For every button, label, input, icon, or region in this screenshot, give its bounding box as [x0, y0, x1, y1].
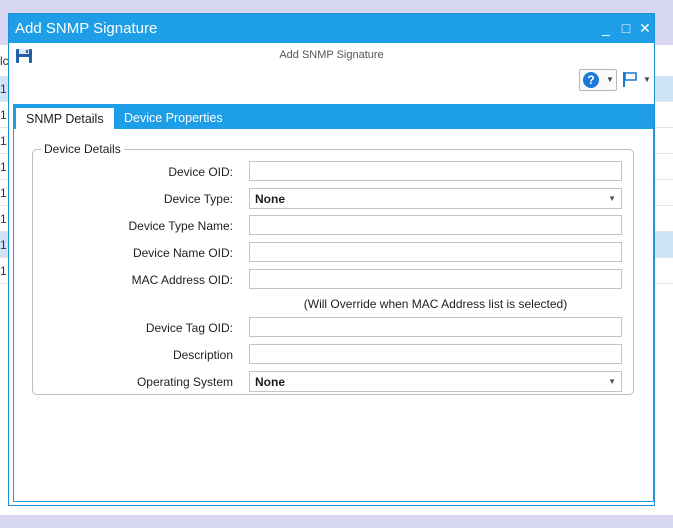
mac-address-oid-label: MAC Address OID:: [131, 273, 233, 287]
minimize-button[interactable]: _: [598, 19, 614, 37]
tab-device-properties[interactable]: Device Properties: [114, 107, 233, 129]
device-type-name-input[interactable]: [249, 215, 622, 235]
tab-snmp-details[interactable]: SNMP Details: [15, 107, 115, 129]
chevron-down-icon: ▼: [608, 377, 616, 386]
device-oid-input[interactable]: [249, 161, 622, 181]
device-oid-label: Device OID:: [168, 165, 233, 179]
help-button[interactable]: ? ▼: [579, 69, 617, 91]
device-name-oid-label: Device Name OID:: [132, 246, 233, 260]
device-type-value: None: [255, 192, 285, 206]
device-name-oid-input[interactable]: [249, 242, 622, 262]
add-snmp-signature-dialog: Add SNMP Signature _ □ ✕ Add SNMP Signat…: [8, 13, 655, 506]
tab-content-snmp-details: Device Details Device OID: Device Type: …: [13, 129, 654, 502]
device-type-name-label: Device Type Name:: [128, 219, 234, 233]
chevron-down-icon: ▼: [606, 75, 614, 84]
description-input[interactable]: [249, 344, 622, 364]
device-type-label: Device Type:: [163, 192, 233, 206]
title-bar[interactable]: Add SNMP Signature _ □ ✕: [9, 14, 654, 43]
chevron-down-icon: ▼: [643, 75, 651, 84]
tab-strip: SNMP Details Device Properties: [13, 104, 654, 129]
device-tag-oid-label: Device Tag OID:: [145, 321, 233, 335]
description-label: Description: [172, 348, 233, 362]
operating-system-select[interactable]: None ▼: [249, 371, 622, 392]
device-tag-oid-input[interactable]: [249, 317, 622, 337]
flag-icon: [623, 72, 637, 87]
close-button[interactable]: ✕: [637, 19, 653, 37]
help-icon: ?: [583, 72, 599, 88]
maximize-button[interactable]: □: [618, 19, 634, 37]
chevron-down-icon: ▼: [608, 194, 616, 203]
mac-address-note: (Will Override when MAC Address list is …: [303, 297, 568, 311]
device-details-group: Device Details Device OID: Device Type: …: [32, 142, 634, 395]
toolbar-title: Add SNMP Signature: [279, 49, 384, 61]
operating-system-value: None: [255, 375, 285, 389]
operating-system-label: Operating System: [136, 375, 233, 389]
group-title: Device Details: [41, 142, 124, 156]
device-type-select[interactable]: None ▼: [249, 188, 622, 209]
window-title: Add SNMP Signature: [15, 20, 158, 37]
mac-address-oid-input[interactable]: [249, 269, 622, 289]
flag-button[interactable]: ▼: [619, 69, 651, 89]
